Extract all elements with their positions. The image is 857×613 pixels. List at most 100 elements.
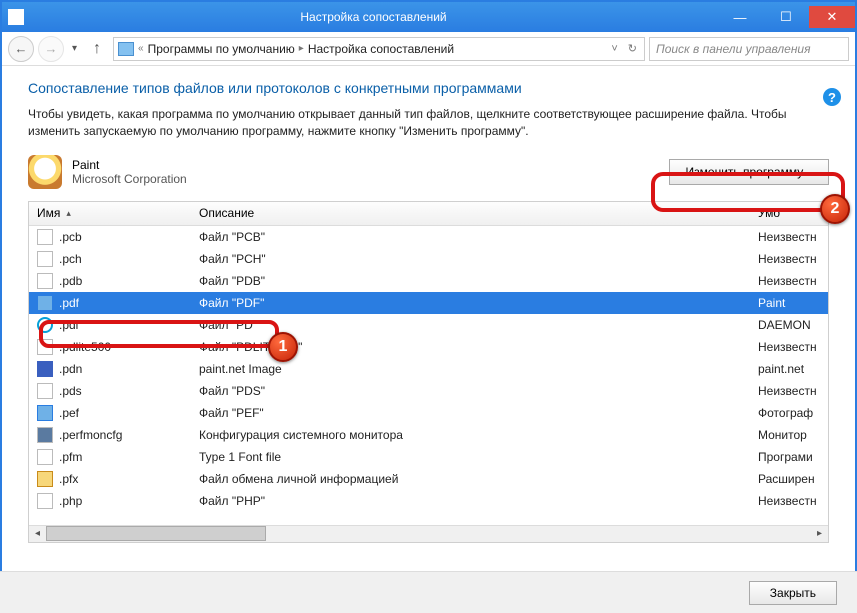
content-area: Сопоставление типов файлов или протоколо… — [2, 66, 855, 543]
ext: .pdn — [59, 362, 82, 376]
desc: Файл "PDS" — [199, 384, 758, 398]
table-row[interactable]: .pfx Файл обмена личной информациейРасшир… — [29, 468, 828, 490]
ext: .pdlite500 — [59, 340, 111, 354]
refresh-button[interactable]: ↻ — [625, 42, 640, 55]
program-vendor: Microsoft Corporation — [72, 172, 187, 186]
close-button[interactable]: ✕ — [809, 6, 855, 28]
file-icon — [37, 251, 53, 267]
def: paint.net — [758, 362, 828, 376]
ext: .perfmoncfg — [59, 428, 122, 442]
forward-button[interactable]: → — [38, 36, 64, 62]
sort-arrow-icon: ▴ — [66, 208, 71, 219]
search-placeholder: Поиск в панели управления — [656, 42, 811, 56]
desc: Файл "PCH" — [199, 252, 758, 266]
ext: .pfx — [59, 472, 78, 486]
file-icon — [37, 339, 53, 355]
table-row[interactable]: .pdbФайл "PDB"Неизвестн — [29, 270, 828, 292]
titlebar: Настройка сопоставлений — ☐ ✕ — [2, 2, 855, 32]
ext: .pcb — [59, 230, 82, 244]
file-icon — [37, 449, 53, 465]
list-body: .pcbФайл "PCB"Неизвестн.pchФайл "PCH"Неи… — [29, 226, 828, 525]
breadcrumb-1[interactable]: Программы по умолчанию — [148, 42, 295, 56]
file-icon — [37, 317, 53, 333]
file-icon — [37, 295, 53, 311]
table-row[interactable]: .pfmType 1 Font fileПрограми — [29, 446, 828, 468]
list-header: Имя ▴ Описание Умо — [29, 202, 828, 226]
desc: Файл "PEF" — [199, 406, 758, 420]
navbar: ← → ▾ ↑ « Программы по умолчанию ▸ Настр… — [2, 32, 855, 66]
history-dropdown[interactable]: ▾ — [68, 43, 81, 54]
table-row[interactable]: .pdsФайл "PDS"Неизвестн — [29, 380, 828, 402]
desc: Конфигурация системного монитора — [199, 428, 758, 442]
def: Неизвестн — [758, 340, 828, 354]
table-row[interactable]: .pef Файл "PEF"Фотограф — [29, 402, 828, 424]
maximize-button[interactable]: ☐ — [763, 6, 809, 28]
def: Неизвестн — [758, 230, 828, 244]
chevron-icon: ▸ — [299, 43, 304, 54]
def: Фотограф — [758, 406, 828, 420]
def: Paint — [758, 296, 828, 310]
table-row[interactable]: .pch Файл "PCH"Неизвестн — [29, 248, 828, 270]
file-icon — [37, 273, 53, 289]
footer: Закрыть — [0, 571, 857, 613]
file-icon — [37, 229, 53, 245]
ext: .pch — [59, 252, 82, 266]
def: Неизвестн — [758, 274, 828, 288]
table-row[interactable]: .pcb Файл "PCB"Неизвестн — [29, 226, 828, 248]
horizontal-scrollbar[interactable]: ◂ ▸ — [29, 525, 828, 542]
chevron-icon: « — [138, 43, 144, 54]
file-icon — [37, 427, 53, 443]
file-icon — [37, 493, 53, 509]
def: Неизвестн — [758, 494, 828, 508]
table-row[interactable]: .php Файл "PHP"Неизвестн — [29, 490, 828, 512]
table-row[interactable]: .pdiФайл "PD"DAEMON — [29, 314, 828, 336]
def: DAEMON — [758, 318, 828, 332]
def: Неизвестн — [758, 252, 828, 266]
col-desc[interactable]: Описание — [199, 206, 758, 220]
breadcrumb-2[interactable]: Настройка сопоставлений — [308, 42, 454, 56]
ext: .php — [59, 494, 82, 508]
table-row[interactable]: .pdf Файл "PDF"Paint — [29, 292, 828, 314]
program-name: Paint — [72, 158, 187, 172]
scroll-right-button[interactable]: ▸ — [811, 525, 828, 542]
file-icon — [37, 471, 53, 487]
change-program-button[interactable]: Изменить программу... — [669, 159, 829, 185]
program-text: Paint Microsoft Corporation — [72, 158, 187, 186]
window-title: Настройка сопоставлений — [30, 10, 717, 24]
ext: .pdb — [59, 274, 82, 288]
minimize-button[interactable]: — — [717, 6, 763, 28]
up-button[interactable]: ↑ — [85, 37, 109, 61]
page-description: Чтобы увидеть, какая программа по умолча… — [28, 106, 829, 141]
window-icon — [8, 9, 24, 25]
file-icon — [37, 405, 53, 421]
callout-badge-1: 1 — [268, 332, 298, 362]
callout-badge-2: 2 — [820, 194, 850, 224]
scroll-thumb[interactable] — [46, 526, 266, 541]
table-row[interactable]: .perfmoncfg Конфигурация системного монит… — [29, 424, 828, 446]
desc: Файл "PDF" — [199, 296, 758, 310]
close-dialog-button[interactable]: Закрыть — [749, 581, 837, 605]
desc: Файл обмена личной информацией — [199, 472, 758, 486]
address-dropdown[interactable]: ˅ — [608, 43, 620, 55]
desc: Файл "PHP" — [199, 494, 758, 508]
table-row[interactable]: .pdlite500Файл "PDLITE500"Неизвестн — [29, 336, 828, 358]
col-name[interactable]: Имя ▴ — [29, 206, 199, 220]
def: Програми — [758, 450, 828, 464]
search-input[interactable]: Поиск в панели управления — [649, 37, 849, 61]
ext: .pds — [59, 384, 82, 398]
file-icon — [37, 383, 53, 399]
scroll-left-button[interactable]: ◂ — [29, 525, 46, 542]
table-row[interactable]: .pdnpaint.net Imagepaint.net — [29, 358, 828, 380]
file-list: Имя ▴ Описание Умо .pcbФайл "PCB"Неизвес… — [28, 201, 829, 543]
ext: .pdi — [59, 318, 78, 332]
folder-icon — [118, 42, 134, 56]
address-bar[interactable]: « Программы по умолчанию ▸ Настройка соп… — [113, 37, 645, 61]
desc: Файл "PCB" — [199, 230, 758, 244]
back-button[interactable]: ← — [8, 36, 34, 62]
ext: .pdf — [59, 296, 79, 310]
ext: .pef — [59, 406, 79, 420]
page-headline: Сопоставление типов файлов или протоколо… — [28, 80, 829, 96]
current-program-row: Paint Microsoft Corporation Изменить про… — [28, 155, 829, 189]
def: Расширен — [758, 472, 828, 486]
col-def[interactable]: Умо — [758, 206, 828, 220]
